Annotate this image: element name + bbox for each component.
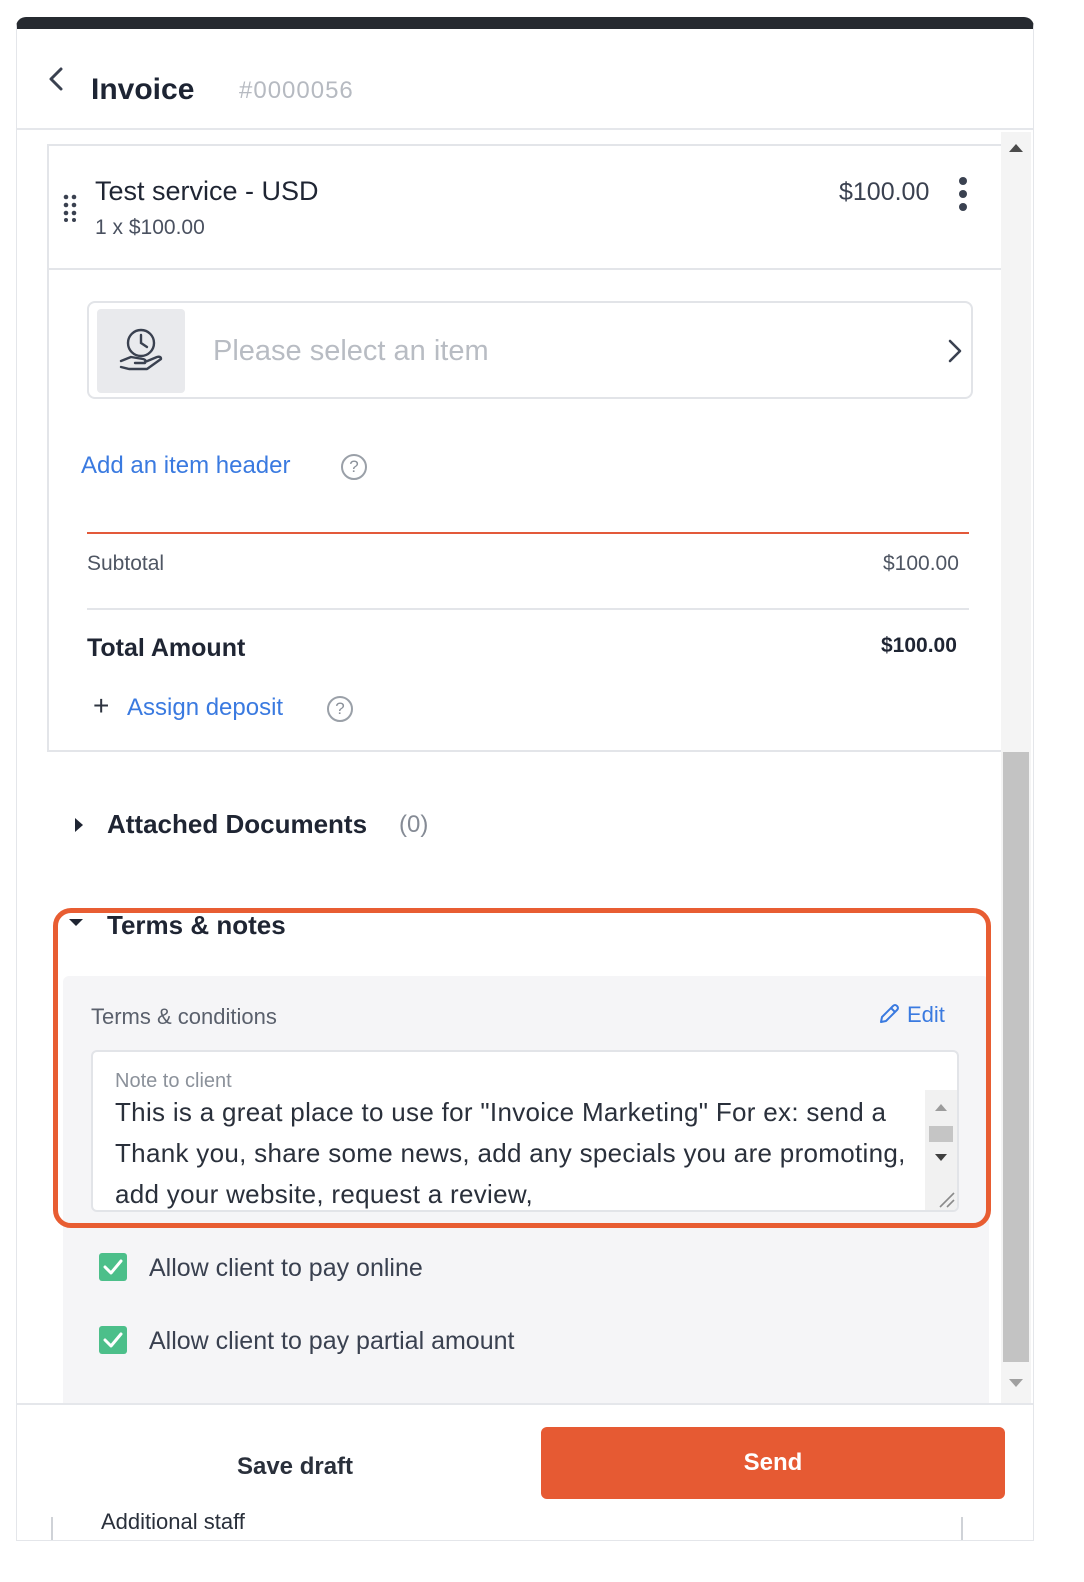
plus-icon[interactable]: + bbox=[93, 692, 109, 720]
highlight-frame bbox=[53, 908, 991, 1228]
divider bbox=[961, 1517, 963, 1540]
item-quantity-price: 1 x $100.00 bbox=[95, 216, 205, 239]
scroll-area: Test service - USD 1 x $100.00 $100.00 P… bbox=[17, 132, 1033, 1403]
scroll-thumb[interactable] bbox=[1003, 752, 1029, 1362]
subtotal-label: Subtotal bbox=[87, 552, 165, 575]
checkmark-icon bbox=[103, 1259, 123, 1275]
scrollbar[interactable] bbox=[1001, 132, 1031, 1403]
subtotal-value: $100.00 bbox=[883, 552, 959, 575]
divider bbox=[87, 608, 969, 610]
pay-online-checkbox[interactable] bbox=[99, 1253, 127, 1281]
kebab-menu-icon[interactable] bbox=[957, 176, 969, 212]
scroll-up-icon[interactable] bbox=[1009, 144, 1023, 152]
assign-deposit-link[interactable]: Assign deposit bbox=[127, 694, 283, 722]
send-button[interactable]: Send bbox=[541, 1427, 1005, 1499]
divider bbox=[51, 1517, 53, 1540]
help-icon[interactable]: ? bbox=[341, 454, 367, 480]
items-card: Test service - USD 1 x $100.00 $100.00 P… bbox=[47, 144, 1001, 752]
item-amount: $100.00 bbox=[839, 178, 930, 206]
drag-handle-icon[interactable] bbox=[63, 194, 77, 222]
service-hand-icon bbox=[119, 328, 163, 371]
invoice-number: #0000056 bbox=[239, 77, 354, 104]
attached-documents-toggle[interactable]: Attached Documents bbox=[107, 809, 367, 840]
footer: Save draft Send Additional staff bbox=[17, 1403, 1033, 1540]
pay-partial-label: Allow client to pay partial amount bbox=[149, 1327, 515, 1355]
additional-staff-label: Additional staff bbox=[101, 1509, 245, 1534]
chevron-right-icon bbox=[948, 339, 962, 363]
item-name: Test service - USD bbox=[95, 176, 319, 206]
attached-documents-count: (0) bbox=[399, 811, 429, 838]
pay-online-label: Allow client to pay online bbox=[149, 1254, 423, 1282]
total-label: Total Amount bbox=[87, 634, 246, 662]
header: Invoice #0000056 bbox=[17, 29, 1033, 130]
checkmark-icon bbox=[103, 1332, 123, 1348]
line-item[interactable]: Test service - USD 1 x $100.00 $100.00 bbox=[49, 146, 1001, 270]
caret-right-icon[interactable] bbox=[75, 818, 83, 832]
add-item-header-link[interactable]: Add an item header bbox=[81, 452, 290, 480]
save-draft-button[interactable]: Save draft bbox=[177, 1447, 413, 1487]
divider bbox=[87, 532, 969, 534]
item-select[interactable]: Please select an item bbox=[87, 301, 973, 399]
item-select-placeholder: Please select an item bbox=[213, 335, 489, 367]
item-thumbnail bbox=[97, 309, 185, 393]
scroll-down-icon[interactable] bbox=[1009, 1379, 1023, 1387]
pay-partial-checkbox[interactable] bbox=[99, 1326, 127, 1354]
chevron-left-icon[interactable] bbox=[43, 65, 71, 93]
invoice-panel: Invoice #0000056 Test service - USD 1 x … bbox=[16, 17, 1034, 1541]
page-title: Invoice bbox=[91, 73, 195, 106]
help-icon[interactable]: ? bbox=[327, 696, 353, 722]
total-value: $100.00 bbox=[881, 634, 957, 657]
